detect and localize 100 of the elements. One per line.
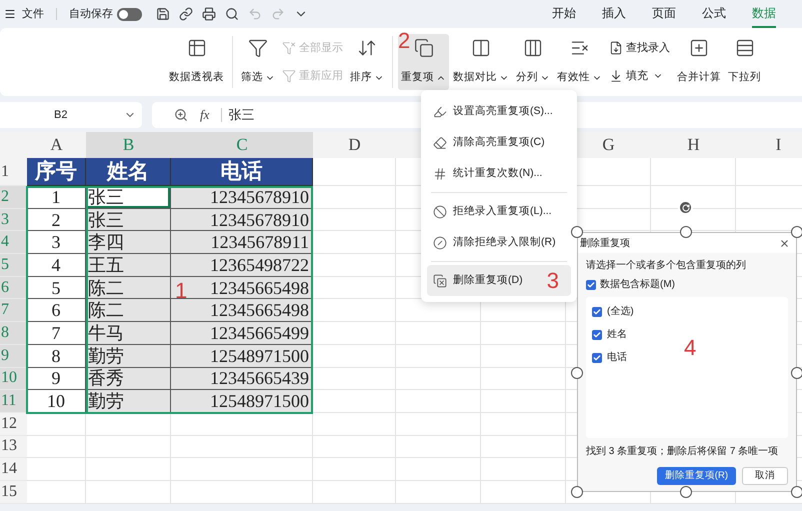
checkbox-label[interactable]: 电话 xyxy=(607,350,627,365)
ribbon-button[interactable]: 数据对比 xyxy=(450,34,512,90)
lookup-entry-icon xyxy=(609,40,623,55)
formula-value[interactable]: 张三 xyxy=(228,105,254,125)
zoom-icon[interactable] xyxy=(174,108,188,122)
table-cell: 陈二 xyxy=(86,276,171,300)
table-cell: 12345678910 xyxy=(171,208,313,232)
name-box[interactable]: B2 xyxy=(0,102,142,128)
grid-cell xyxy=(27,436,86,458)
ribbon-button[interactable]: 下拉列 xyxy=(725,34,764,90)
fill-icon xyxy=(609,69,623,84)
table-cell: 7 xyxy=(27,322,86,345)
table-cell: 勤劳 xyxy=(86,390,171,413)
grid-cell xyxy=(27,480,86,504)
ribbon-tab[interactable]: 插入 xyxy=(602,4,626,28)
ribbon-button[interactable]: 合并计算 xyxy=(674,34,724,90)
status-text: 找到 3 条重复项；删除后将保留 7 条唯一项 xyxy=(586,444,780,459)
row-header[interactable]: 15 xyxy=(0,480,27,504)
ribbon-button[interactable]: 筛选 xyxy=(238,34,278,90)
link-icon[interactable] xyxy=(179,7,193,21)
filter-clear-icon xyxy=(282,40,296,55)
checkbox[interactable] xyxy=(592,352,602,362)
table-cell: 12548971500 xyxy=(171,344,313,368)
checkbox[interactable] xyxy=(592,330,602,340)
cancel-button[interactable]: 取消 xyxy=(742,467,788,485)
row-header[interactable]: 14 xyxy=(0,458,27,481)
menu-item[interactable]: 统计重复次数(N)... xyxy=(427,158,571,189)
delete-duplicate-icon xyxy=(433,274,447,288)
ribbon-small-button[interactable]: 填充 xyxy=(609,68,670,84)
split-columns-icon xyxy=(523,38,543,58)
ribbon-button[interactable]: 数据透视表 xyxy=(166,34,227,90)
table-cell: 2 xyxy=(27,208,86,232)
table-cell: 李四 xyxy=(86,231,171,254)
column-header[interactable]: H xyxy=(651,132,736,158)
sort-icon xyxy=(357,38,377,58)
filter-reapply-icon xyxy=(282,69,296,84)
ribbon-button[interactable]: 分列 xyxy=(513,34,553,90)
row-header[interactable]: 1 xyxy=(0,158,27,186)
column-header[interactable]: D xyxy=(313,132,396,158)
checkbox-label[interactable]: (全选) xyxy=(607,304,634,319)
menu-item[interactable]: 删除重复项(D) 3 xyxy=(427,265,571,296)
ribbon-tab[interactable]: 开始 xyxy=(552,4,576,28)
slash-circle-icon xyxy=(433,236,447,250)
table-cell: 12365498722 xyxy=(171,254,313,277)
table-cell: 王五 xyxy=(86,254,171,277)
table-cell: 12345665498 xyxy=(171,299,313,322)
annotation-number: 4 xyxy=(684,337,696,359)
print-icon[interactable] xyxy=(202,7,216,21)
filter-icon xyxy=(248,38,268,58)
ribbon-button[interactable]: 重复项 2 xyxy=(398,34,449,90)
block-icon xyxy=(433,204,447,218)
column-header[interactable]: I xyxy=(736,132,802,158)
menu-item[interactable]: 清除高亮重复项(C) xyxy=(427,127,571,158)
merge-calc-icon xyxy=(689,38,709,58)
print-preview-icon[interactable] xyxy=(225,7,239,21)
table-header-cell: 电话 xyxy=(171,158,313,186)
table-cell: 勤劳 xyxy=(86,344,171,368)
close-icon[interactable] xyxy=(779,238,790,248)
ribbon-tab[interactable]: 公式 xyxy=(702,4,726,28)
table-cell: 12345665499 xyxy=(171,322,313,345)
grid-cell xyxy=(27,458,86,481)
checkbox-label[interactable]: 姓名 xyxy=(607,327,627,342)
table-cell: 12345678911 xyxy=(171,231,313,254)
pivot-table-icon xyxy=(186,38,206,58)
menu-item[interactable]: 设置高亮重复项(S)... xyxy=(427,96,571,127)
annotation-number: 3 xyxy=(546,270,559,292)
table-cell: 香秀 xyxy=(86,368,171,390)
row-header[interactable]: 13 xyxy=(0,436,27,458)
dropdown-list-icon xyxy=(734,38,754,58)
table-header-cell: 序号 xyxy=(27,158,86,186)
table-cell: 牛马 xyxy=(86,322,171,345)
duplicate-icon xyxy=(414,38,434,58)
ribbon-tab[interactable]: 页面 xyxy=(652,4,676,28)
compare-icon xyxy=(471,38,491,58)
file-menu[interactable]: 文件 xyxy=(22,6,44,22)
function-button[interactable]: fx xyxy=(200,105,210,125)
ribbon-button[interactable]: 有效性 xyxy=(554,34,605,90)
dialog-title: 删除重复项 xyxy=(580,236,630,250)
ribbon-button[interactable]: 排序 xyxy=(347,34,387,90)
menu-icon[interactable] xyxy=(4,8,16,20)
checkbox[interactable] xyxy=(592,306,602,316)
table-cell: 12345678910 xyxy=(171,186,313,209)
menu-item[interactable]: 拒绝录入重复项(L)... xyxy=(427,196,571,227)
table-cell: 4 xyxy=(27,254,86,277)
table-cell: 张三 xyxy=(86,208,171,232)
save-icon[interactable] xyxy=(156,7,170,21)
grid-cell xyxy=(27,412,86,436)
table-cell: 12345665439 xyxy=(171,368,313,390)
row-header[interactable]: 12 xyxy=(0,412,27,436)
autosave-toggle[interactable] xyxy=(117,8,142,20)
highlight-icon xyxy=(433,104,447,118)
count-icon xyxy=(433,166,447,180)
primary-button[interactable]: 删除重复项(R) xyxy=(656,467,736,485)
ribbon-small-button[interactable]: 查找录入 xyxy=(609,40,670,56)
eraser-icon xyxy=(433,136,447,150)
checkbox-label[interactable]: 数据包含标题(M) xyxy=(600,277,675,292)
menu-item[interactable]: 清除拒绝录入限制(R) xyxy=(427,227,571,258)
checkbox[interactable] xyxy=(586,280,596,290)
column-header[interactable]: A xyxy=(27,132,86,158)
table-cell: 陈二 xyxy=(86,299,171,322)
